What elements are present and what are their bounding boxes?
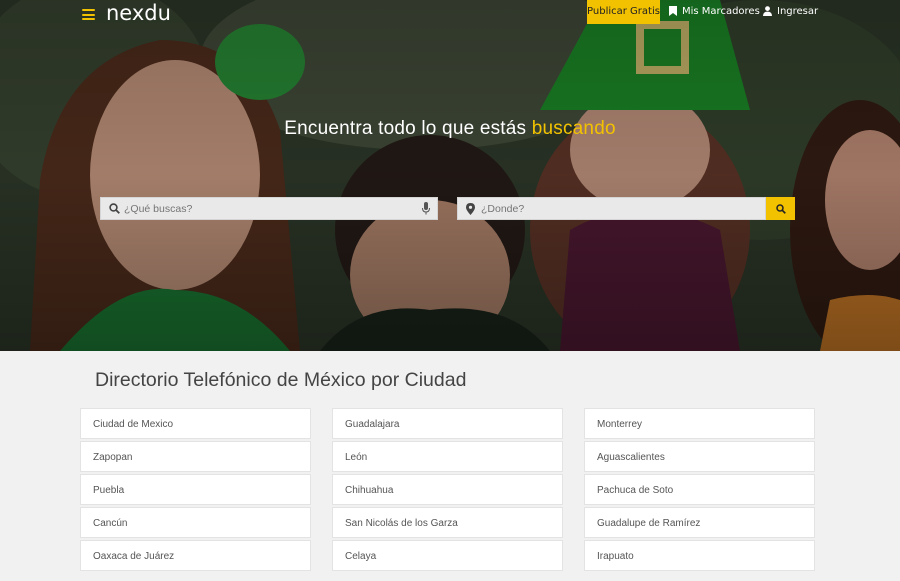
headline-accent: buscando bbox=[531, 118, 616, 139]
menu-icon[interactable] bbox=[82, 9, 95, 20]
logo-text: nexdu bbox=[106, 1, 171, 25]
map-pin-icon bbox=[466, 203, 475, 215]
city-link[interactable]: Celaya bbox=[332, 540, 563, 571]
publish-free-button[interactable]: Publicar Gratis bbox=[587, 0, 660, 24]
city-link[interactable]: San Nicolás de los Garza bbox=[332, 507, 563, 538]
city-link[interactable]: Zapopan bbox=[80, 441, 311, 472]
search-icon bbox=[776, 204, 786, 214]
bookmark-icon bbox=[669, 6, 677, 16]
login-link[interactable]: Ingresar bbox=[763, 0, 818, 24]
what-search-box bbox=[100, 197, 438, 220]
headline-prefix: Encuentra todo lo que estás bbox=[284, 118, 532, 139]
hero-shade bbox=[0, 0, 900, 351]
my-bookmarks-link[interactable]: Mis Marcadores bbox=[669, 0, 760, 24]
city-link[interactable]: Pachuca de Soto bbox=[584, 474, 815, 505]
city-link[interactable]: Puebla bbox=[80, 474, 311, 505]
login-label: Ingresar bbox=[777, 6, 819, 17]
city-link[interactable]: Aguascalientes bbox=[584, 441, 815, 472]
city-link[interactable]: Monterrey bbox=[584, 408, 815, 439]
search-submit-button[interactable] bbox=[766, 197, 795, 220]
city-link[interactable]: Guadalupe de Ramírez bbox=[584, 507, 815, 538]
city-column-3: Monterrey Aguascalientes Pachuca de Soto… bbox=[584, 408, 815, 573]
user-icon bbox=[763, 6, 772, 16]
top-nav: nexdu Publicar Gratis Mis Marcadores Ing… bbox=[0, 0, 900, 26]
directory-title: Directorio Telefónico de México por Ciud… bbox=[95, 369, 467, 391]
city-link[interactable]: Ciudad de Mexico bbox=[80, 408, 311, 439]
city-link[interactable]: Chihuahua bbox=[332, 474, 563, 505]
city-link[interactable]: León bbox=[332, 441, 563, 472]
city-column-1: Ciudad de Mexico Zapopan Puebla Cancún O… bbox=[80, 408, 311, 573]
what-search-input[interactable] bbox=[124, 198, 414, 219]
publish-label: Publicar Gratis bbox=[587, 6, 660, 17]
city-link[interactable]: Guadalajara bbox=[332, 408, 563, 439]
city-link[interactable]: Cancún bbox=[80, 507, 311, 538]
city-link[interactable]: Oaxaca de Juárez bbox=[80, 540, 311, 571]
bookmarks-label: Mis Marcadores bbox=[682, 6, 760, 17]
search-icon bbox=[109, 203, 120, 214]
microphone-icon[interactable] bbox=[422, 202, 430, 215]
hero-banner: nexdu Publicar Gratis Mis Marcadores Ing… bbox=[0, 0, 900, 351]
city-link[interactable]: Irapuato bbox=[584, 540, 815, 571]
nexdu-logo[interactable]: nexdu bbox=[106, 1, 171, 25]
hero-headline: Encuentra todo lo que estás buscando bbox=[0, 118, 900, 140]
where-search-input[interactable] bbox=[481, 198, 761, 219]
where-search-box bbox=[457, 197, 766, 220]
city-column-2: Guadalajara León Chihuahua San Nicolás d… bbox=[332, 408, 563, 573]
